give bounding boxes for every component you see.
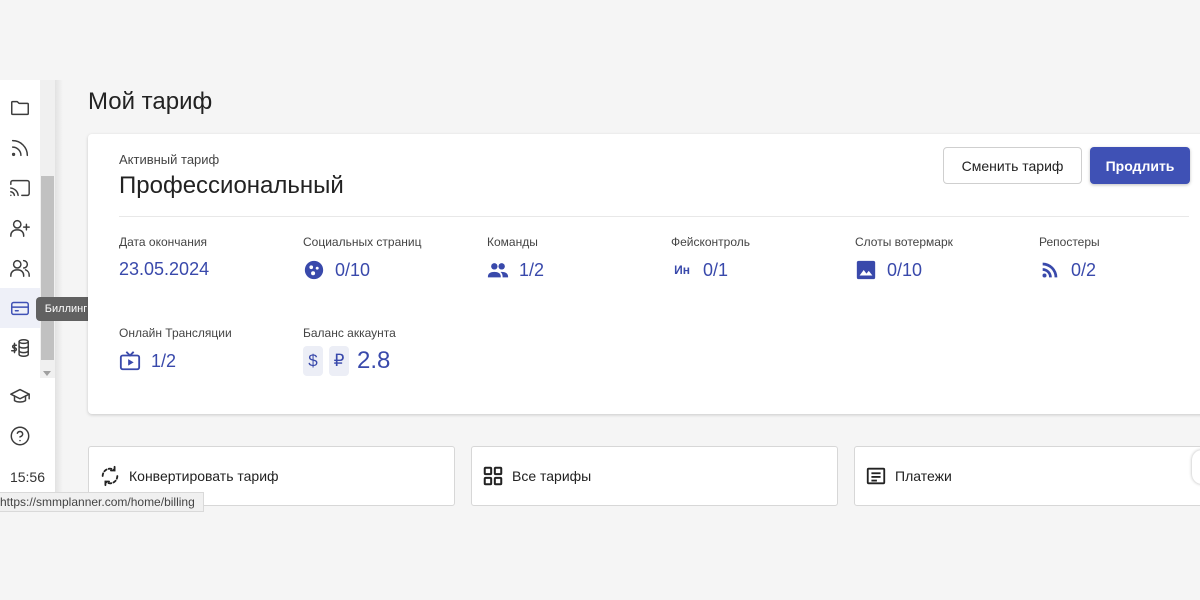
change-tariff-button[interactable]: Сменить тариф	[943, 147, 1082, 184]
tv-icon	[119, 350, 141, 372]
stat-label: Онлайн Трансляции	[119, 326, 232, 340]
stat-value: 0/2	[1071, 259, 1097, 280]
grid-icon	[483, 466, 503, 486]
stat-teams: Команды 1/2	[487, 235, 544, 281]
rss-icon	[1039, 259, 1061, 281]
all-tariffs-button[interactable]: Все тарифы	[471, 446, 838, 506]
extend-button[interactable]: Продлить	[1090, 147, 1190, 184]
currency-rub-toggle[interactable]: ₽	[329, 346, 349, 376]
sidebar-item-feeds[interactable]	[0, 128, 40, 168]
users-icon	[10, 259, 30, 277]
image-icon	[855, 259, 877, 281]
sidebar-item-broadcast[interactable]	[0, 168, 40, 208]
scrollbar-thumb[interactable]	[41, 176, 54, 360]
stat-end-date: Дата окончания 23.05.2024	[119, 235, 209, 280]
stat-label: Дата окончания	[119, 235, 208, 249]
rss-icon	[11, 139, 29, 157]
credit-card-icon	[11, 301, 29, 316]
sidebar-item-add-user[interactable]	[0, 208, 40, 248]
receipt-icon	[866, 467, 886, 485]
people-icon	[487, 259, 509, 281]
billing-tooltip: Биллинг	[36, 297, 96, 321]
sidebar-item-billing[interactable]	[0, 288, 40, 328]
edge-widget[interactable]	[1192, 450, 1200, 484]
payments-label: Платежи	[895, 468, 952, 484]
sidebar-item-users[interactable]	[0, 248, 40, 288]
sidebar-item-folders[interactable]	[0, 88, 40, 128]
cast-icon	[10, 179, 30, 197]
stat-value: 0/1	[703, 259, 729, 280]
social-icon	[303, 259, 325, 281]
convert-tariff-label: Конвертировать тариф	[129, 468, 279, 484]
stat-label: Репостеры	[1039, 235, 1100, 249]
stat-social-pages: Социальных страниц 0/10	[303, 235, 421, 281]
payments-button[interactable]: Платежи	[854, 446, 1200, 506]
stat-watermark-slots: Слоты вотермарк 0/10	[855, 235, 953, 281]
page-title: Мой тариф	[88, 88, 213, 115]
balance-value: 2.8	[357, 347, 391, 374]
graduation-cap-icon	[10, 388, 30, 403]
sidebar-item-finance[interactable]	[0, 328, 40, 368]
sidebar-item-help[interactable]	[0, 416, 40, 456]
stat-label: Фейсконтроль	[671, 235, 751, 249]
active-tariff-label: Активный тариф	[119, 152, 220, 167]
stat-label: Социальных страниц	[303, 235, 422, 249]
tariff-name: Профессиональный	[119, 172, 344, 199]
sidebar	[0, 80, 55, 492]
sidebar-scrollbar[interactable]	[40, 80, 55, 378]
convert-icon	[101, 465, 119, 487]
stat-value: 1/2	[151, 350, 177, 371]
stat-reposters: Репостеры 0/2	[1039, 235, 1100, 281]
help-circle-icon	[10, 426, 30, 446]
stat-online-streams: Онлайн Трансляции 1/2	[119, 326, 232, 372]
stat-value: 0/10	[887, 259, 923, 280]
stat-label: Команды	[487, 235, 538, 249]
stat-label: Слоты вотермарк	[855, 235, 953, 249]
stat-label: Баланс аккаунта	[303, 326, 396, 340]
folder-icon	[11, 100, 29, 116]
all-tariffs-label: Все тарифы	[512, 468, 592, 484]
sidebar-item-education[interactable]	[0, 376, 40, 416]
stat-value: 0/10	[335, 259, 371, 280]
face-control-icon: Ин	[674, 263, 690, 277]
clock: 15:56	[9, 469, 46, 485]
currency-usd-toggle[interactable]: $	[303, 346, 323, 376]
card-divider	[119, 216, 1189, 217]
sidebar-shadow	[55, 80, 63, 492]
scroll-down-arrow-icon[interactable]	[43, 371, 51, 376]
stat-value: 1/2	[519, 259, 545, 280]
stat-face-control: Фейсконтроль Ин 0/1	[671, 235, 750, 281]
stat-balance: Баланс аккаунта $ ₽ 2.8	[303, 326, 396, 376]
user-plus-icon	[10, 219, 30, 237]
stat-value: 23.05.2024	[119, 259, 210, 279]
status-url: https://smmplanner.com/home/billing	[0, 492, 204, 512]
tariff-card: Активный тариф Профессиональный Сменить …	[88, 134, 1200, 414]
dollar-database-icon	[11, 339, 29, 357]
